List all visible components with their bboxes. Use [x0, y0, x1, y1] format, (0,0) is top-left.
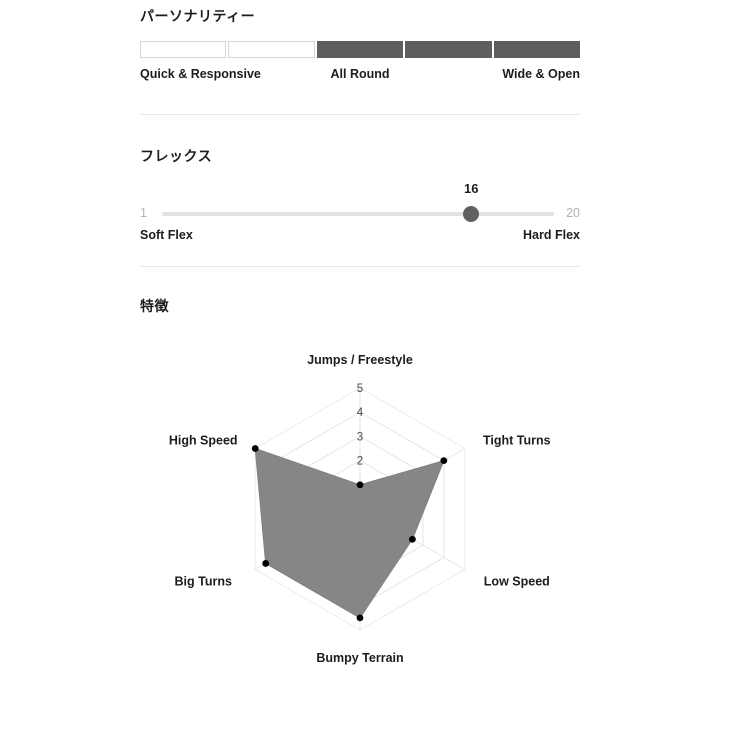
- flex-value-label: 16: [464, 180, 479, 196]
- personality-label-end: Wide & Open: [502, 66, 580, 81]
- flex-title: フレックス: [140, 148, 213, 164]
- radar-point-2[interactable]: [408, 535, 416, 543]
- radar-tick-label-5: 5: [357, 383, 363, 395]
- personality-segment-3[interactable]: [316, 40, 404, 58]
- flex-slider-thumb[interactable]: [463, 205, 480, 222]
- flex-labels: Soft Flex Hard Flex: [140, 228, 580, 246]
- radar-tick-label-2: 2: [357, 455, 363, 467]
- radar-tick-label-4: 4: [357, 407, 364, 419]
- personality-segment-4[interactable]: [405, 40, 492, 58]
- radar-chart: 2 3 4 5 Jumps / Freestyle Tight Turns Low Spee…: [0, 331, 730, 731]
- radar-axis-label-0: Jumps / Freestyle: [307, 353, 413, 367]
- radar-axis-label-5: High Speed: [169, 433, 238, 447]
- flex-max-label: 20: [566, 205, 580, 220]
- personality-section: パーソナリティー Quick & Responsive All Round Wi…: [140, 8, 581, 85]
- divider-2: [140, 266, 580, 267]
- personality-title: パーソナリティー: [140, 8, 256, 24]
- features-section: 特徴 2 3 4 5 Jumps / Freestyle Tight Turns Low S…: [140, 298, 580, 731]
- radar-axis-label-4: Big Turns: [175, 574, 232, 588]
- product-spec-panel: パーソナリティー Quick & Responsive All Round Wi…: [0, 0, 730, 730]
- radar-point-5[interactable]: [251, 444, 259, 452]
- personality-segment-2[interactable]: [228, 40, 315, 58]
- radar-point-0[interactable]: [356, 481, 364, 488]
- flex-label-start: Soft Flex: [140, 227, 193, 242]
- personality-segment-1[interactable]: [140, 40, 227, 58]
- personality-label-mid: All Round: [330, 66, 390, 81]
- flex-slider-track[interactable]: [162, 211, 554, 216]
- radar-axis-label-2: Low Speed: [484, 574, 550, 588]
- radar-axis-label-1: Tight Turns: [483, 433, 551, 447]
- divider-1: [140, 114, 580, 115]
- radar-chart-svg: 2 3 4 5 Jumps / Freestyle Tight Turns Low Spee…: [169, 353, 551, 665]
- radar-point-1[interactable]: [440, 456, 448, 464]
- personality-labels: Quick & Responsive All Round Wide & Open: [140, 67, 580, 85]
- flex-min-label: 1: [140, 205, 147, 220]
- personality-label-start: Quick & Responsive: [140, 66, 261, 81]
- flex-section: フレックス 1 20 16 Soft Flex Hard Flex: [140, 148, 580, 246]
- radar-axis-label-3: Bumpy Terrain: [316, 651, 403, 665]
- features-title: 特徴: [140, 298, 169, 314]
- flex-slider[interactable]: 1 20 16: [140, 181, 580, 225]
- radar-point-3[interactable]: [356, 614, 364, 622]
- radar-data-area: [254, 447, 445, 619]
- personality-segment-5[interactable]: [493, 40, 581, 58]
- radar-tick-label-3: 3: [357, 431, 363, 443]
- flex-label-end: Hard Flex: [523, 227, 580, 242]
- radar-point-4[interactable]: [262, 559, 270, 567]
- personality-bar[interactable]: [140, 40, 581, 58]
